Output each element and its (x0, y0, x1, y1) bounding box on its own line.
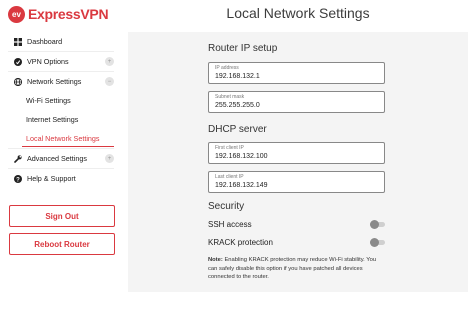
dhcp-section-title: DHCP server (208, 124, 267, 135)
sidebar-item-label: Internet Settings (26, 115, 79, 124)
sidebar-item-label: Dashboard (27, 37, 63, 46)
subnet-mask-field[interactable]: Subnet mask 255.255.255.0 (208, 91, 385, 113)
note-prefix: Note: (208, 257, 223, 263)
globe-icon (14, 77, 22, 86)
sidebar-item-help-support[interactable]: ? Help & Support (0, 169, 122, 188)
brand: ev ExpressVPN (8, 4, 109, 24)
collapse-icon[interactable]: − (105, 77, 114, 86)
field-value: 192.168.132.1 (215, 73, 260, 80)
krack-protection-row: KRACK protection (208, 236, 385, 248)
grid-icon (14, 37, 22, 46)
help-icon: ? (14, 174, 22, 183)
sidebar-item-wifi-settings[interactable]: Wi-Fi Settings (0, 91, 122, 110)
last-client-ip-field[interactable]: Last client IP 192.168.132.149 (208, 171, 385, 193)
krack-note: Note: Enabling KRACK protection may redu… (208, 256, 386, 282)
field-label: Subnet mask (215, 94, 245, 100)
expand-icon[interactable]: + (105, 57, 114, 66)
field-label: First client IP (215, 145, 244, 151)
toggle-knob (370, 219, 379, 229)
field-value: 192.168.132.149 (215, 182, 268, 189)
router-ip-section-title: Router IP setup (208, 43, 278, 54)
sidebar-item-vpn-options[interactable]: VPN Options + (0, 52, 122, 71)
ssh-access-row: SSH access (208, 218, 385, 230)
expressvpn-logo-icon: ev (8, 5, 25, 23)
field-value: 192.168.132.100 (215, 153, 268, 160)
toggle-knob (370, 237, 379, 247)
sidebar-item-network-settings[interactable]: Network Settings − (0, 72, 122, 91)
ssh-access-toggle[interactable] (370, 219, 385, 229)
page-title: Local Network Settings (226, 5, 370, 21)
field-label: IP address (215, 65, 239, 71)
sidebar: ev ExpressVPN Dashboard VPN Options + Ne… (0, 0, 122, 311)
sidebar-item-label: Network Settings (27, 77, 82, 86)
sidebar-item-label: Help & Support (27, 174, 76, 183)
first-client-ip-field[interactable]: First client IP 192.168.132.100 (208, 142, 385, 164)
sidebar-nav: Dashboard VPN Options + Network Settings… (0, 32, 122, 188)
sidebar-item-label: VPN Options (27, 57, 69, 66)
svg-text:?: ? (16, 177, 20, 183)
sidebar-item-label: Wi-Fi Settings (26, 96, 71, 105)
vpn-icon (14, 57, 22, 66)
wrench-icon (14, 154, 22, 163)
krack-protection-label: KRACK protection (208, 237, 273, 247)
ip-address-field[interactable]: IP address 192.168.132.1 (208, 62, 385, 84)
note-text: Enabling KRACK protection may reduce Wi-… (208, 257, 377, 280)
expand-icon[interactable]: + (105, 154, 114, 163)
brand-name: ExpressVPN (28, 6, 109, 22)
sign-out-button[interactable]: Sign Out (9, 205, 115, 227)
sidebar-item-advanced-settings[interactable]: Advanced Settings + (0, 149, 122, 168)
sidebar-item-label: Advanced Settings (27, 154, 87, 163)
sidebar-item-label: Local Network Settings (26, 134, 100, 143)
reboot-router-button[interactable]: Reboot Router (9, 233, 115, 255)
sidebar-item-dashboard[interactable]: Dashboard (0, 32, 122, 51)
security-section-title: Security (208, 201, 245, 212)
sidebar-item-local-network-settings[interactable]: Local Network Settings (0, 129, 122, 148)
sidebar-item-internet-settings[interactable]: Internet Settings (0, 110, 122, 129)
krack-protection-toggle[interactable] (370, 237, 385, 247)
field-value: 255.255.255.0 (215, 102, 260, 109)
field-label: Last client IP (215, 174, 244, 180)
ssh-access-label: SSH access (208, 219, 252, 229)
